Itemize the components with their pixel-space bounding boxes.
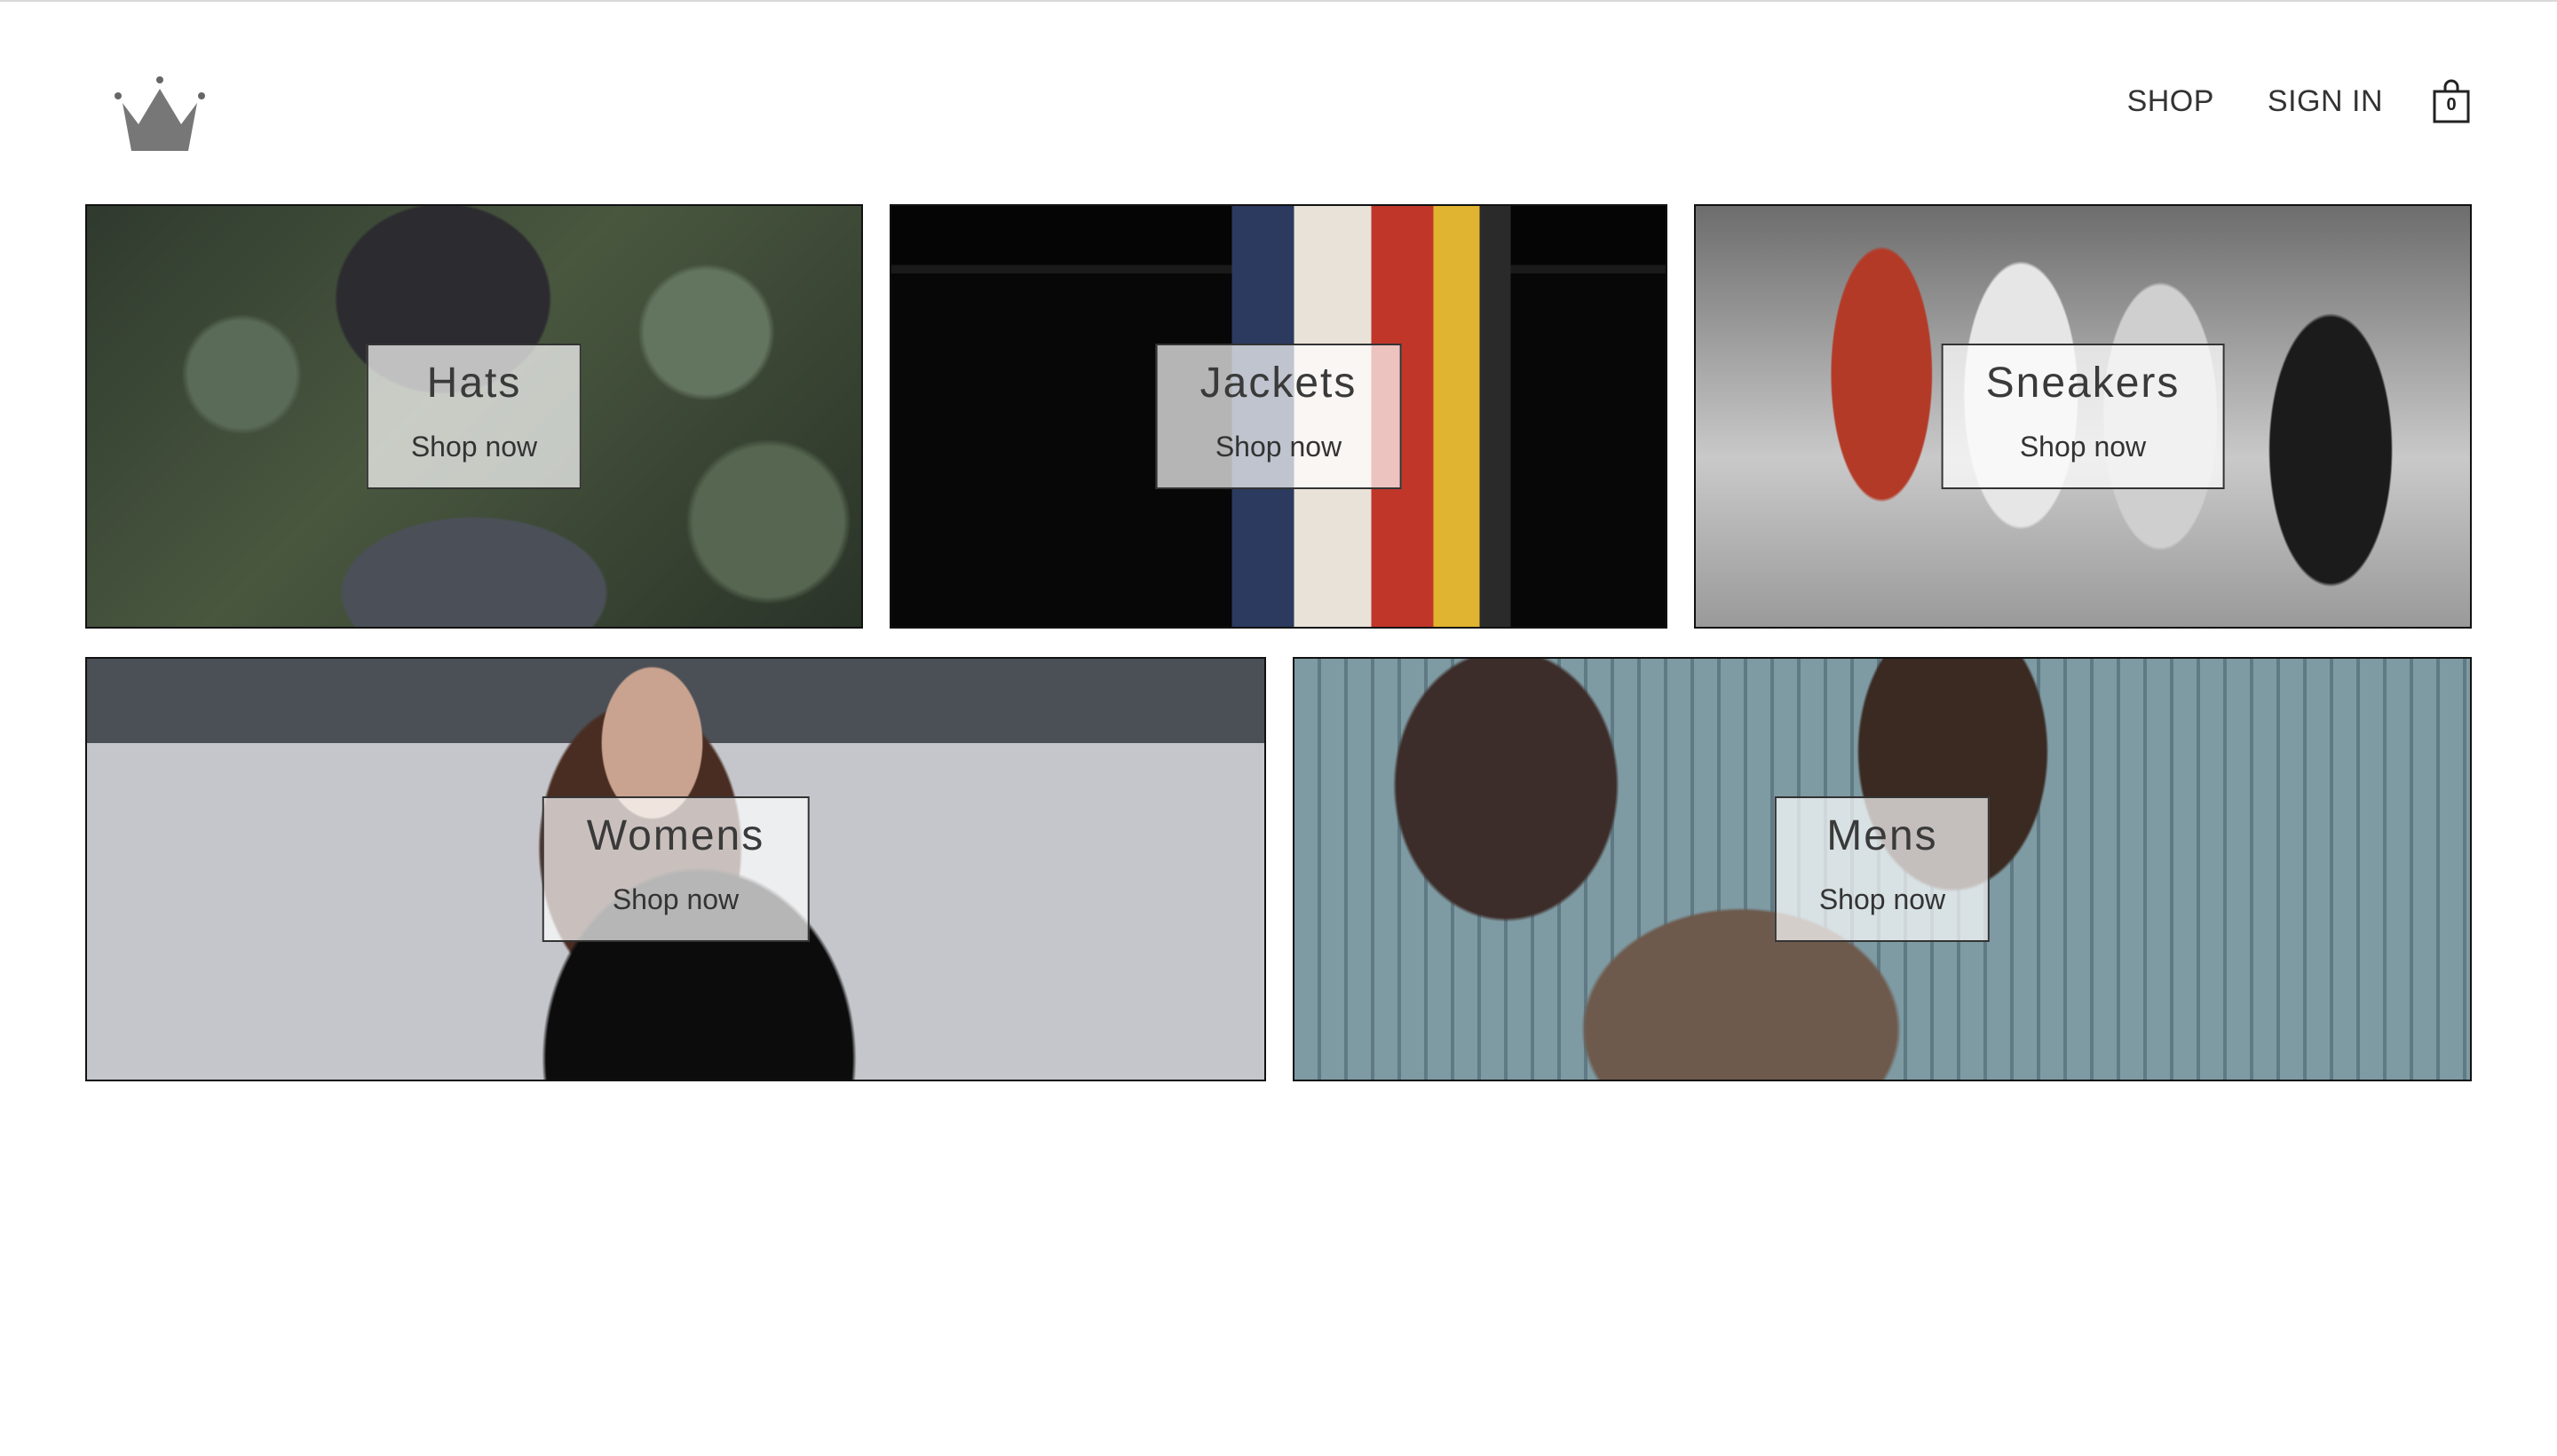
- category-label-box: Womens Shop now: [542, 796, 810, 942]
- category-label-box: Hats Shop now: [366, 344, 582, 489]
- category-tile-womens[interactable]: Womens Shop now: [85, 657, 1266, 1081]
- shop-now-link[interactable]: Shop now: [1819, 882, 1945, 917]
- home-logo-link[interactable]: [114, 76, 206, 153]
- category-label-box: Sneakers Shop now: [1941, 344, 2225, 489]
- nav-shop-link[interactable]: SHOP: [2127, 84, 2214, 119]
- category-title: Womens: [586, 812, 765, 859]
- category-title: Jackets: [1199, 360, 1358, 407]
- cart-item-count: 0: [2446, 95, 2457, 115]
- category-label-box: Mens Shop now: [1774, 796, 1991, 942]
- category-tile-jackets[interactable]: Jackets Shop now: [890, 204, 1667, 629]
- category-title: Hats: [426, 360, 522, 407]
- category-tile-mens[interactable]: Mens Shop now: [1293, 657, 2472, 1081]
- site-header: SHOP SIGN IN 0: [0, 0, 2557, 204]
- category-row-bottom: Womens Shop now Mens Shop now: [85, 657, 2472, 1081]
- category-tile-hats[interactable]: Hats Shop now: [85, 204, 863, 629]
- nav-sign-in-link[interactable]: SIGN IN: [2268, 84, 2383, 119]
- shop-now-link[interactable]: Shop now: [411, 429, 537, 464]
- shop-now-link[interactable]: Shop now: [1200, 429, 1358, 464]
- category-label-box: Jackets Shop now: [1155, 344, 1402, 489]
- category-row-top: Hats Shop now Jackets Shop now Sneakers …: [85, 204, 2472, 629]
- primary-nav: SHOP SIGN IN 0: [2074, 75, 2470, 128]
- crown-icon: [115, 76, 205, 151]
- shop-now-link[interactable]: Shop now: [587, 882, 765, 917]
- shop-now-link[interactable]: Shop now: [1986, 429, 2181, 464]
- cart-button[interactable]: 0: [2433, 79, 2470, 123]
- category-tile-sneakers[interactable]: Sneakers Shop now: [1694, 204, 2472, 629]
- category-title: Mens: [1826, 812, 1938, 859]
- category-title: Sneakers: [1985, 360, 2181, 407]
